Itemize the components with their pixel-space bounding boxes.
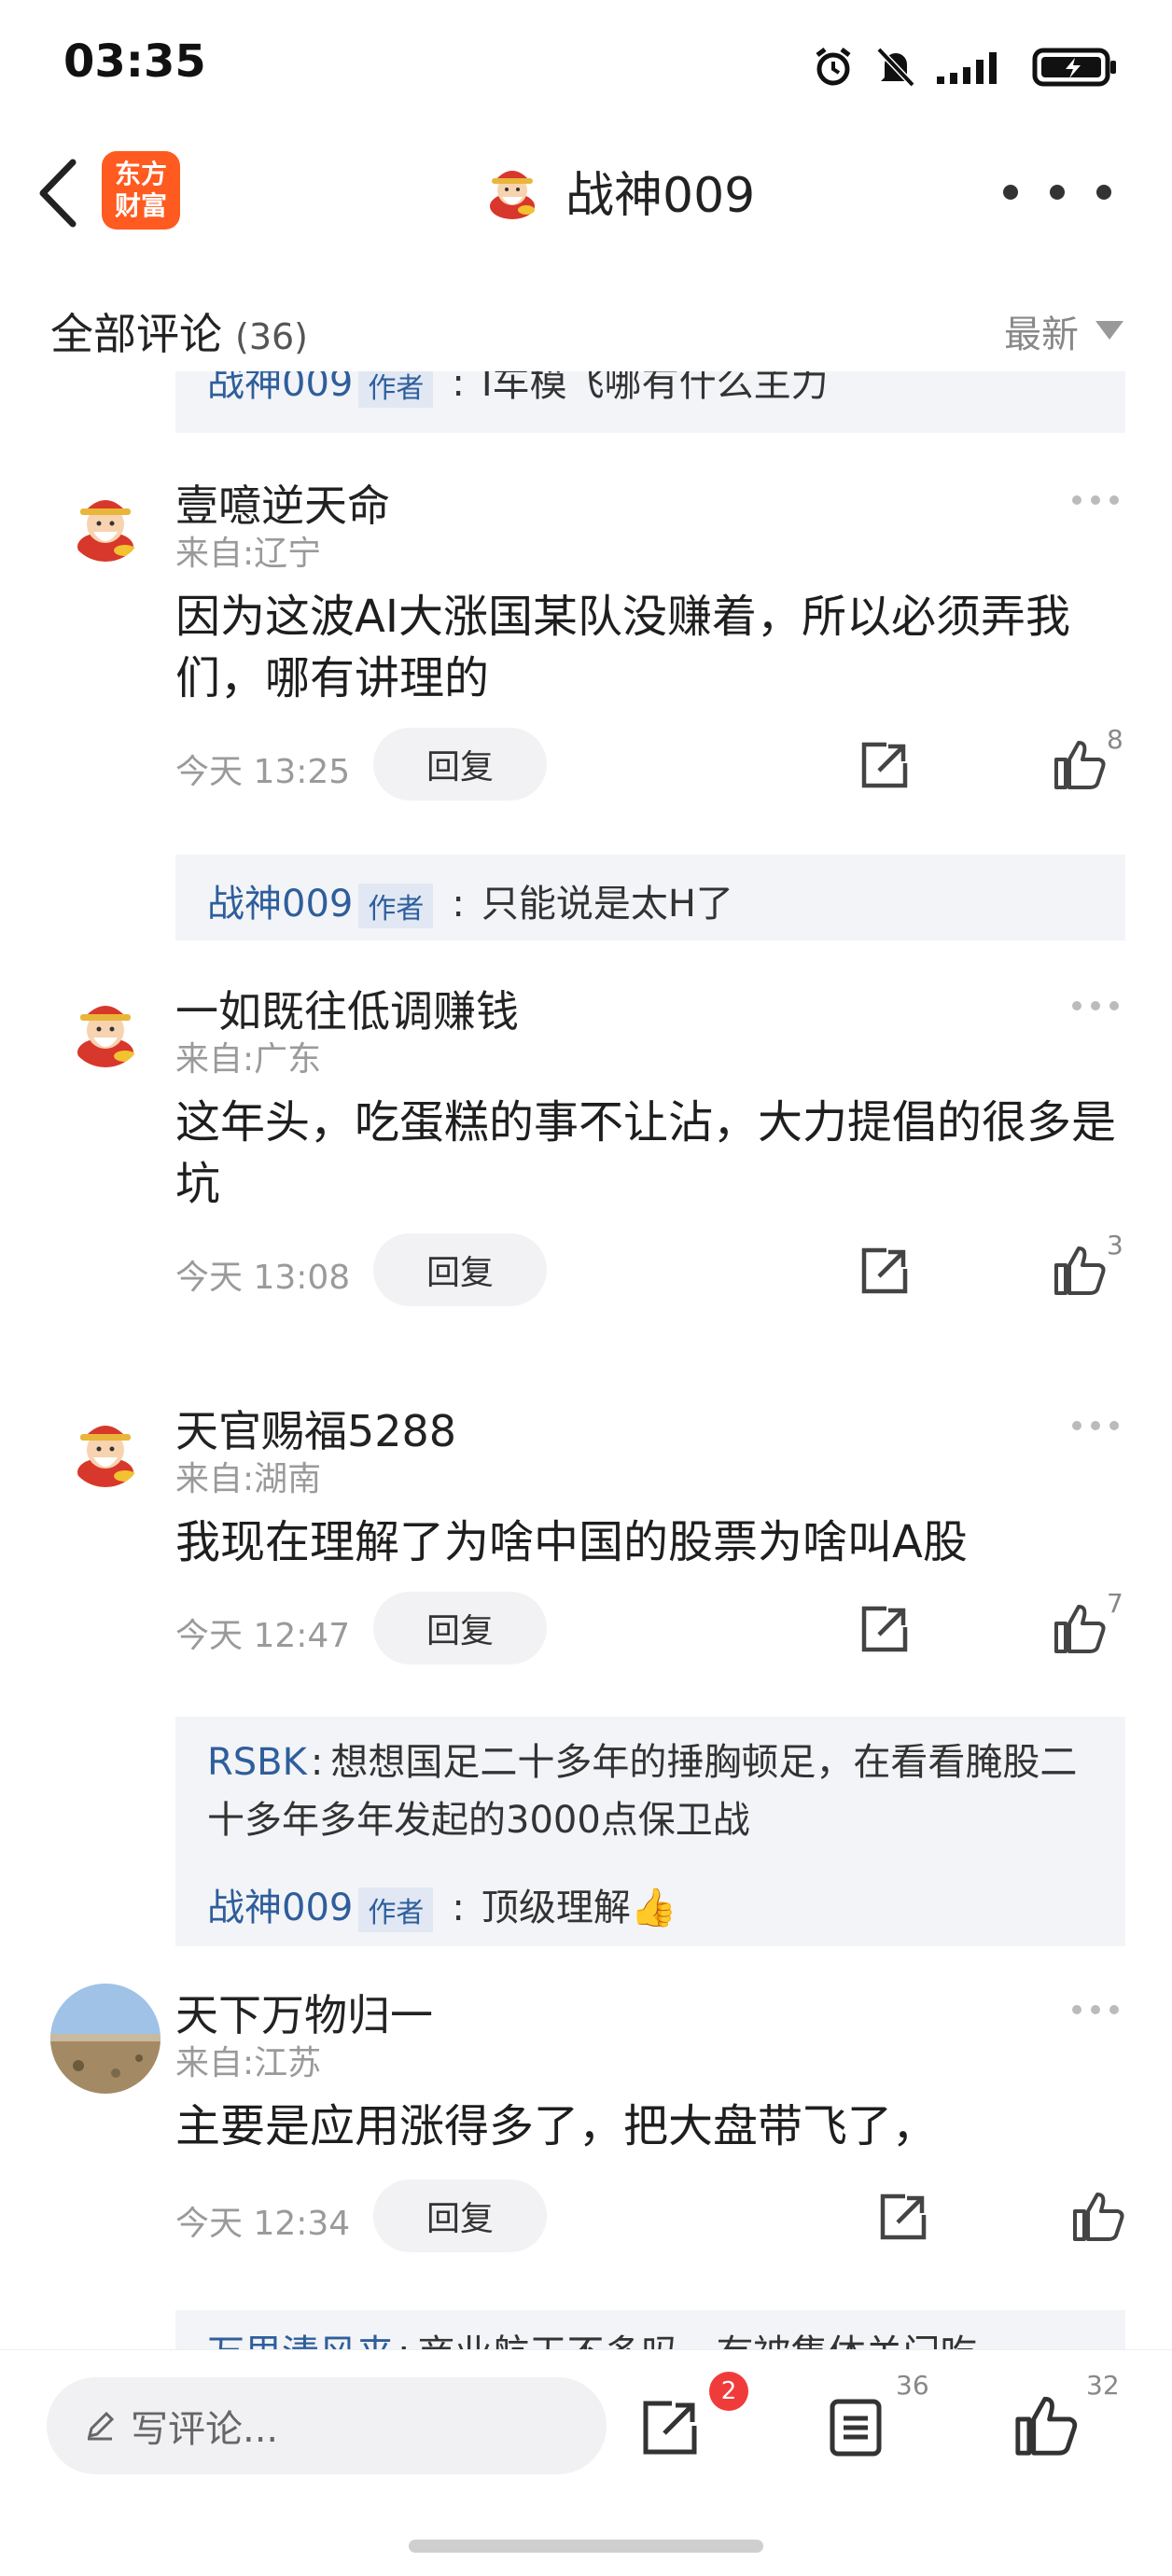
like-count: 8: [1107, 724, 1123, 755]
author-tag: 作者: [358, 1887, 434, 1932]
comment-time: 今天 13:25: [175, 753, 351, 791]
app-logo-line2: 财富: [114, 190, 167, 221]
comment-time: 今天 12:34: [175, 2205, 351, 2243]
reply-button[interactable]: 回复: [373, 1233, 547, 1306]
reply-button[interactable]: 回复: [373, 1592, 547, 1664]
comment-input[interactable]: 写评论...: [47, 2377, 607, 2474]
back-arrow-icon[interactable]: [32, 157, 88, 230]
reply-author[interactable]: 万里清风来: [207, 2332, 394, 2349]
like-icon[interactable]: [1071, 2189, 1125, 2243]
avatar[interactable]: [50, 1984, 160, 2094]
reply-box-partial-top: 战神009 作者: I车模飞哪有什么主力: [175, 371, 1125, 433]
author-tag: 作者: [358, 884, 434, 928]
home-indicator[interactable]: [409, 2540, 763, 2553]
comment-text: 我现在理解了为啥中国的股票为啥叫A股: [175, 1516, 968, 1568]
reply-box: 战神009 作者: 只能说是太H了: [175, 855, 1125, 940]
comment-more-icon[interactable]: [1069, 1418, 1122, 1433]
app-logo-line1: 东方: [114, 159, 167, 189]
avatar-fortune-god-icon: [67, 1411, 144, 1487]
avatar[interactable]: [67, 1411, 144, 1487]
like-icon[interactable]: [1013, 2392, 1079, 2458]
reply-text: I车模飞哪有什么主力: [481, 371, 829, 405]
avatar[interactable]: [67, 991, 144, 1067]
comments-title-label: 全部评论: [50, 309, 222, 359]
like-icon[interactable]: [1053, 1601, 1107, 1655]
comment-username[interactable]: 天官赐福5288: [175, 1398, 456, 1459]
reply-line[interactable]: RSBK: 想想国足二十多年的捶胸顿足，在看看腌股二十多年多年发起的3000点保卫…: [207, 1734, 1094, 1849]
comment-text: 这年头，吃蛋糕的事不让沾，大力提倡的很多是坑: [175, 1096, 1117, 1210]
comment-more-icon[interactable]: [1069, 2002, 1122, 2017]
reply-author[interactable]: RSBK: [207, 1741, 307, 1784]
reply-author[interactable]: 战神009: [207, 883, 353, 926]
comment-username[interactable]: 一如既往低调赚钱: [175, 978, 519, 1039]
reply-text: 想想国足二十多年的捶胸顿足，在看看腌股二十多年多年发起的3000点保卫战: [207, 1741, 1078, 1842]
share-icon[interactable]: [877, 2191, 929, 2243]
avatar-landscape-photo: [50, 1984, 160, 2094]
reply-button[interactable]: 回复: [373, 728, 547, 801]
share-badge: 2: [709, 2372, 748, 2411]
comment-count: 36: [896, 2370, 929, 2401]
reply-text: 商业航天不多吗，有被集体关门吃: [417, 2332, 977, 2349]
author-avatar: [490, 171, 535, 219]
author-tag: 作者: [358, 371, 434, 408]
app-logo[interactable]: 东方 财富: [102, 151, 180, 230]
avatar-fortune-god-icon: [67, 991, 144, 1067]
like-icon[interactable]: [1053, 1243, 1107, 1297]
reply-box-partial-bottom: 万里清风来:商业航天不多吗，有被集体关门吃: [175, 2310, 1125, 2349]
comment-location: 来自:江苏: [175, 2044, 322, 2082]
reply-author[interactable]: 战神009: [207, 1887, 353, 1929]
reply-button[interactable]: 回复: [373, 2179, 547, 2252]
chevron-down-icon: [1095, 321, 1123, 340]
comment-location: 来自:辽宁: [175, 535, 322, 573]
reply-text: 只能说是太H了: [481, 883, 733, 926]
pencil-icon: [87, 2411, 115, 2441]
share-icon[interactable]: [858, 1245, 911, 1297]
comment-time: 今天 12:47: [175, 1617, 351, 1655]
page-title: 战神009: [565, 167, 756, 224]
alarm-icon: [816, 48, 851, 86]
battery-icon: [1032, 48, 1116, 87]
reply-author[interactable]: 战神009: [207, 371, 353, 405]
avatar-fortune-god-icon: [67, 485, 144, 562]
share-icon[interactable]: [640, 2398, 700, 2458]
comment-list-icon[interactable]: [829, 2398, 883, 2458]
status-time: 03:35: [63, 35, 206, 88]
comments-count: (36): [235, 316, 309, 357]
sort-label: 最新: [1004, 313, 1079, 356]
comment-more-icon[interactable]: [1069, 493, 1122, 508]
mute-icon: [876, 47, 915, 88]
comments-title: 全部评论 (36): [50, 300, 308, 362]
more-icon[interactable]: [997, 183, 1118, 202]
comment-text: 主要是应用涨得多了，把大盘带飞了，: [175, 2100, 938, 2152]
reply-line[interactable]: 战神009 作者: I车模飞哪有什么主力: [207, 371, 829, 408]
header-title[interactable]: 战神009: [481, 157, 755, 224]
comment-location: 来自:湖南: [175, 1460, 322, 1498]
share-icon[interactable]: [858, 1603, 911, 1655]
reply-line[interactable]: 战神009 作者: 顶级理解👍: [207, 1877, 677, 1932]
avatar[interactable]: [67, 485, 144, 562]
signal-icon: [937, 52, 997, 84]
comment-input-placeholder: 写评论...: [131, 2408, 279, 2451]
reply-text: 顶级理解👍: [481, 1887, 677, 1929]
like-count: 3: [1107, 1230, 1123, 1260]
reply-line[interactable]: 战神009 作者: 只能说是太H了: [207, 873, 733, 928]
status-icons: [812, 39, 1118, 95]
reply-line[interactable]: 万里清风来:商业航天不多吗，有被集体关门吃: [207, 2323, 977, 2349]
comment-more-icon[interactable]: [1069, 998, 1122, 1013]
like-icon[interactable]: [1053, 737, 1107, 791]
sort-dropdown[interactable]: 最新: [1004, 304, 1123, 358]
comment-text: 因为这波AI大涨国某队没赚着，所以必须弄我们，哪有讲理的: [175, 591, 1070, 704]
comment-time: 今天 13:08: [175, 1259, 351, 1297]
share-icon[interactable]: [858, 739, 911, 791]
comment-username[interactable]: 壹噫逆天命: [175, 472, 390, 534]
like-count: 7: [1107, 1588, 1123, 1619]
comment-username[interactable]: 天下万物归一: [175, 1982, 433, 2043]
comment-location: 来自:广东: [175, 1040, 322, 1079]
reply-box: RSBK: 想想国足二十多年的捶胸顿足，在看看腌股二十多年多年发起的3000点保卫…: [175, 1717, 1125, 1946]
like-count-total: 32: [1086, 2370, 1120, 2401]
